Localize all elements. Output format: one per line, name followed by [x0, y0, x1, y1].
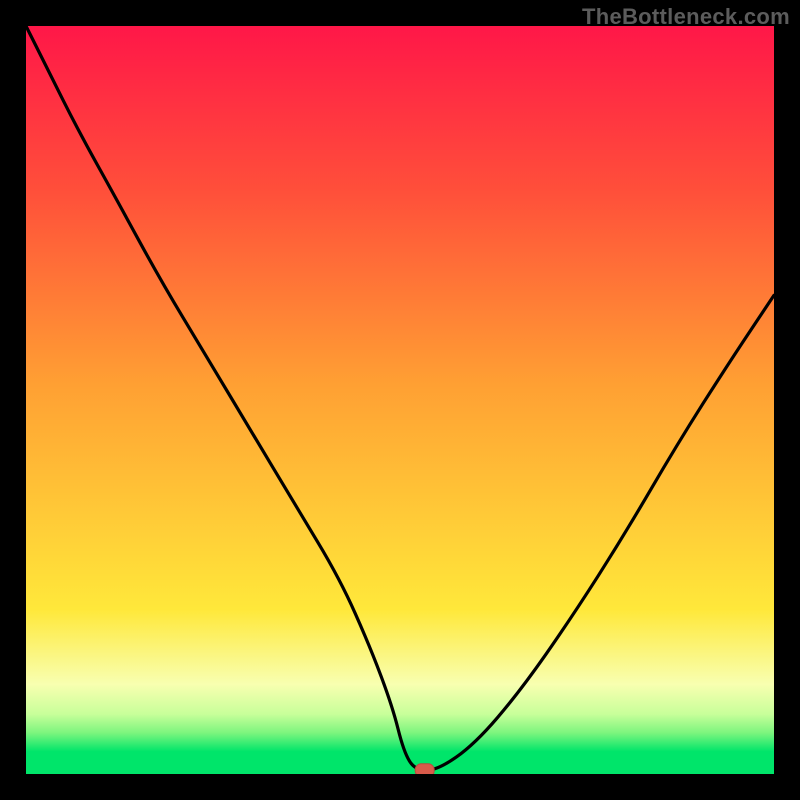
- gradient-background: [26, 26, 774, 774]
- plot-area: [26, 26, 774, 774]
- watermark-text: TheBottleneck.com: [582, 4, 790, 30]
- optimum-marker: [415, 764, 434, 774]
- plot-svg: [26, 26, 774, 774]
- chart-frame: TheBottleneck.com: [0, 0, 800, 800]
